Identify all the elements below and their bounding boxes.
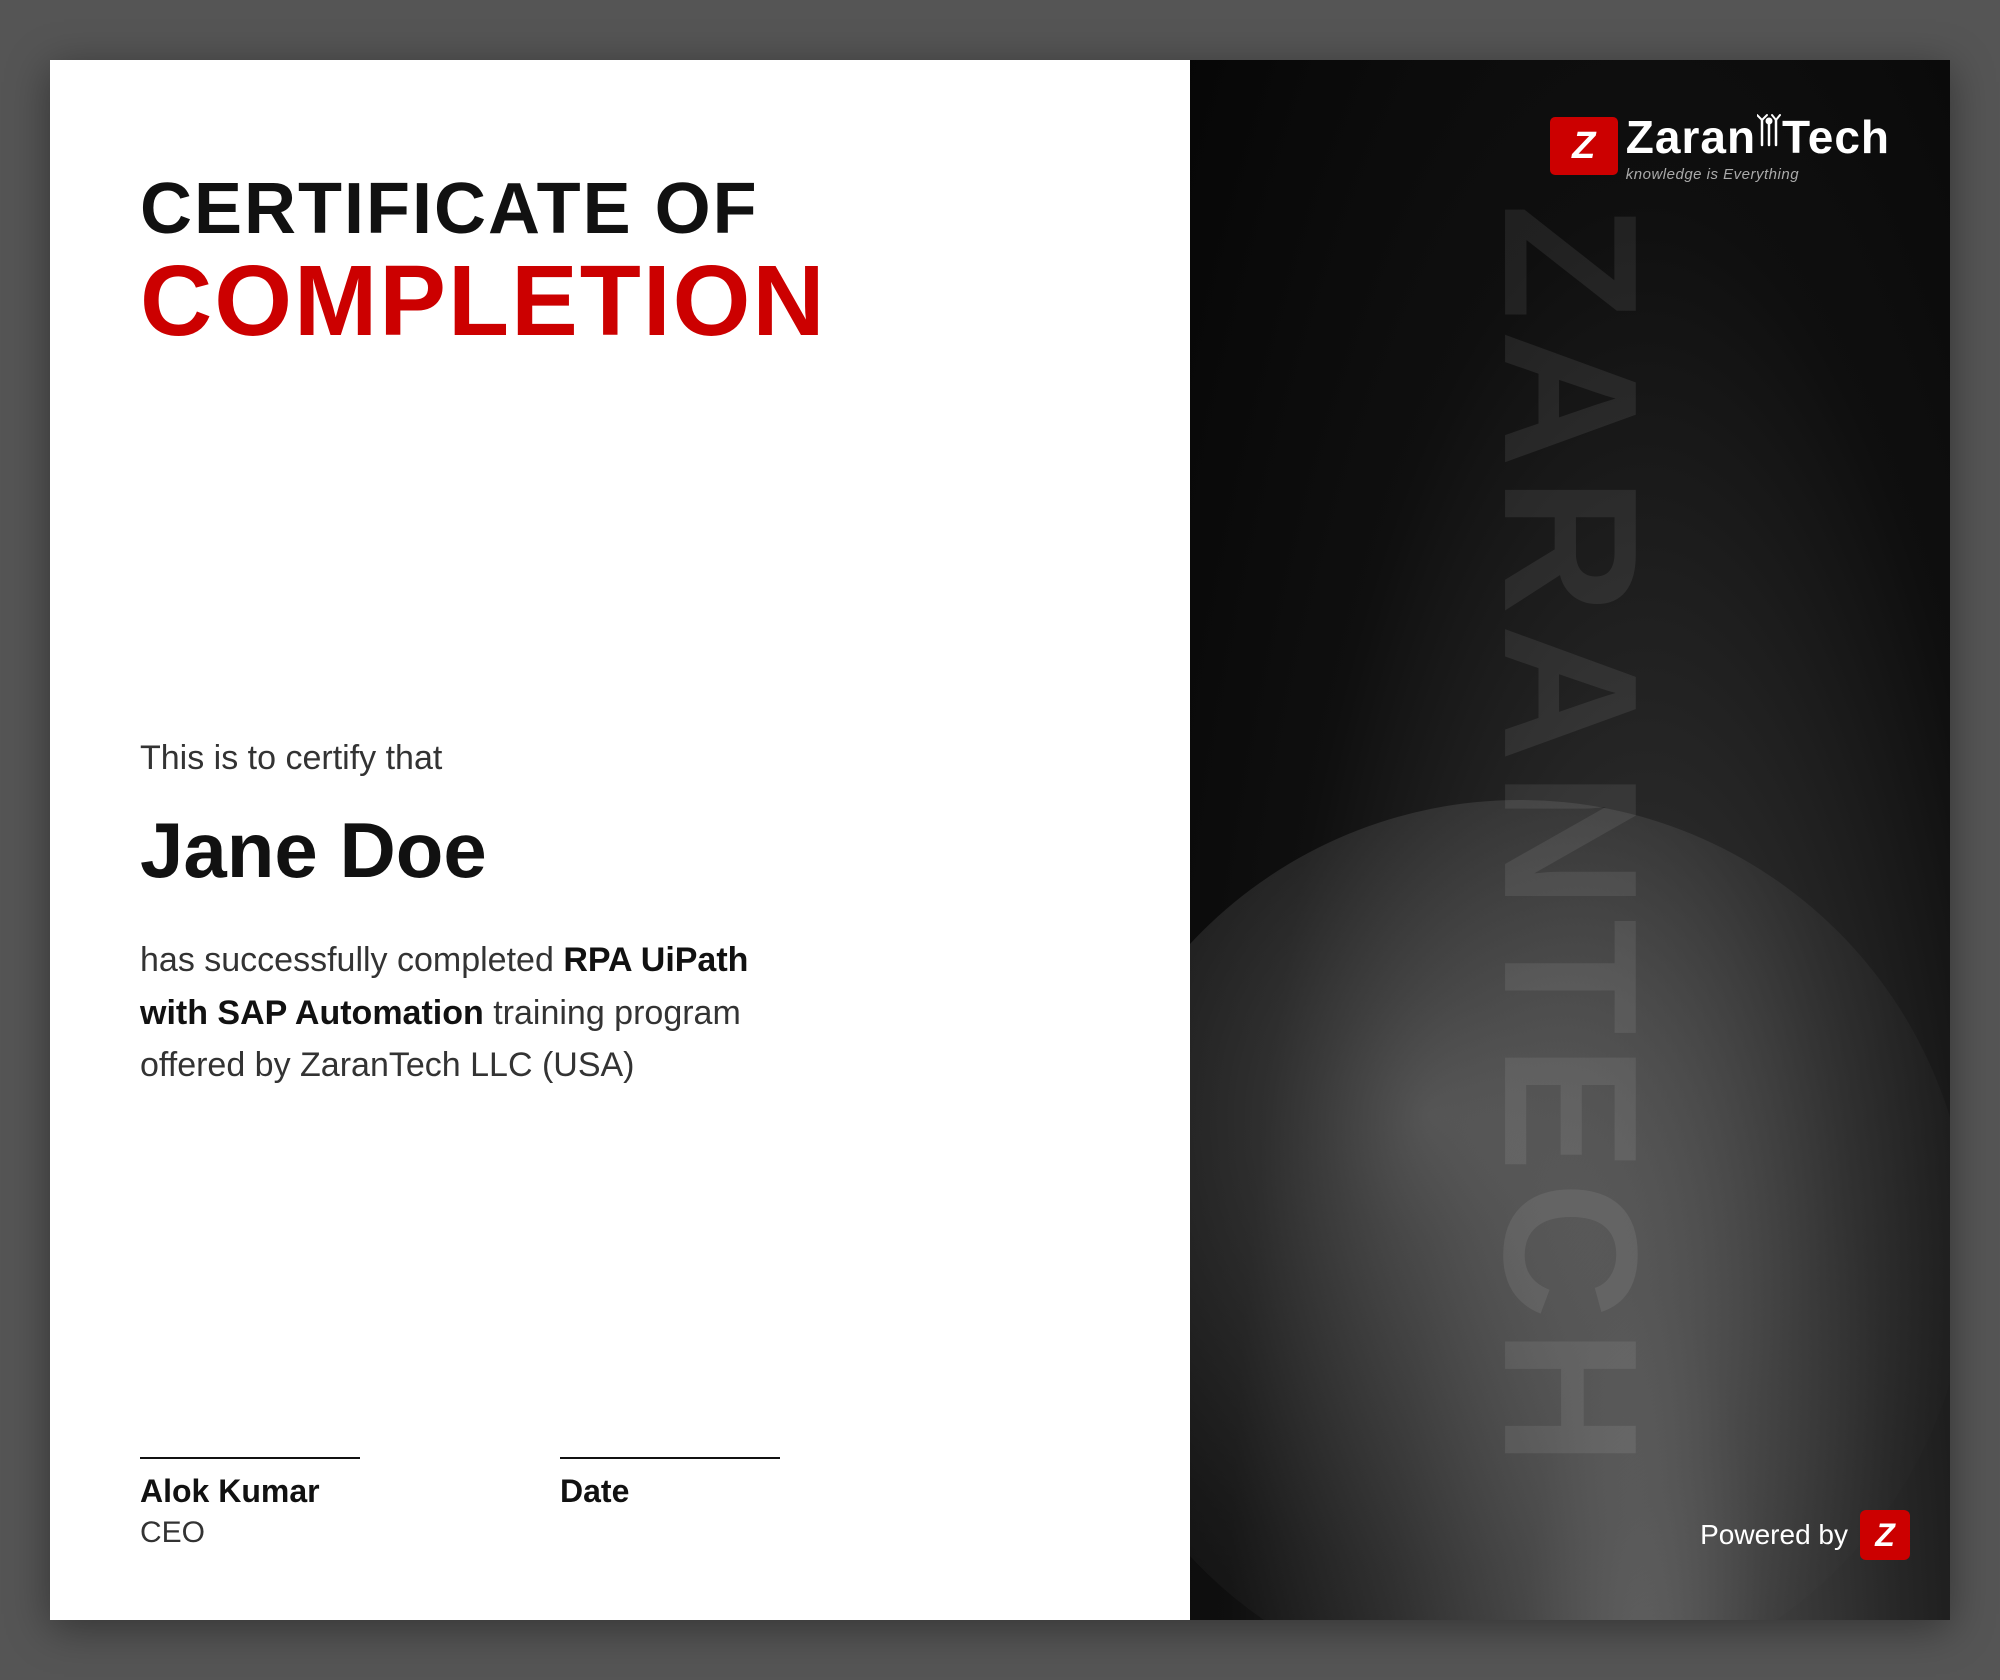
brand-tagline: knowledge is Everything <box>1626 167 1890 182</box>
z-letter: Z <box>1572 125 1595 168</box>
brand-zaran: Zaran <box>1626 114 1756 160</box>
date-label: Date <box>560 1473 780 1510</box>
certificate-body: This is to certify that Jane Doe has suc… <box>140 354 1110 1397</box>
watermark-container: ZARANTECH <box>1190 60 1950 1620</box>
certificate-footer: Alok Kumar CEO Date <box>140 1397 1110 1550</box>
logo-area: Z Zaran <box>1190 110 1910 182</box>
certificate-title-line2: COMPLETION <box>140 249 1110 354</box>
recipient-name: Jane Doe <box>140 808 1110 894</box>
signature-line <box>140 1457 360 1459</box>
brand-name-text: Zaran Tech <box>1626 110 1890 164</box>
certificate-title-section: CERTIFICATE OF COMPLETION <box>140 170 1110 354</box>
certificate-title-line1: CERTIFICATE OF <box>140 170 1110 249</box>
certificate-description: has successfully completed RPA UiPath wi… <box>140 934 760 1092</box>
certificate-right-panel: ZARANTECH Z Zaran <box>1190 60 1950 1620</box>
powered-by-section: Powered by Z <box>1700 1510 1910 1560</box>
signatory-role: CEO <box>140 1516 360 1550</box>
brand-name-block: Zaran Tech knowl <box>1626 110 1890 182</box>
brand-tech: Tech <box>1782 114 1890 160</box>
certificate: CERTIFICATE OF COMPLETION This is to cer… <box>50 60 1950 1620</box>
powered-by-text: Powered by <box>1700 1519 1848 1551</box>
signature-block: Alok Kumar CEO <box>140 1457 360 1550</box>
z-icon-box: Z <box>1550 117 1618 175</box>
date-block: Date <box>560 1457 780 1510</box>
powered-by-z-icon: Z <box>1860 1510 1910 1560</box>
certificate-left-panel: CERTIFICATE OF COMPLETION This is to cer… <box>50 60 1190 1620</box>
certify-text: This is to certify that <box>140 739 1110 778</box>
watermark-text: ZARANTECH <box>1461 204 1679 1476</box>
signatory-name: Alok Kumar <box>140 1473 360 1510</box>
powered-by-z-letter: Z <box>1875 1517 1895 1554</box>
date-line <box>560 1457 780 1459</box>
antenna-icon <box>1757 110 1781 164</box>
zarantech-logo: Z Zaran <box>1550 110 1890 182</box>
description-prefix: has successfully completed <box>140 941 563 979</box>
